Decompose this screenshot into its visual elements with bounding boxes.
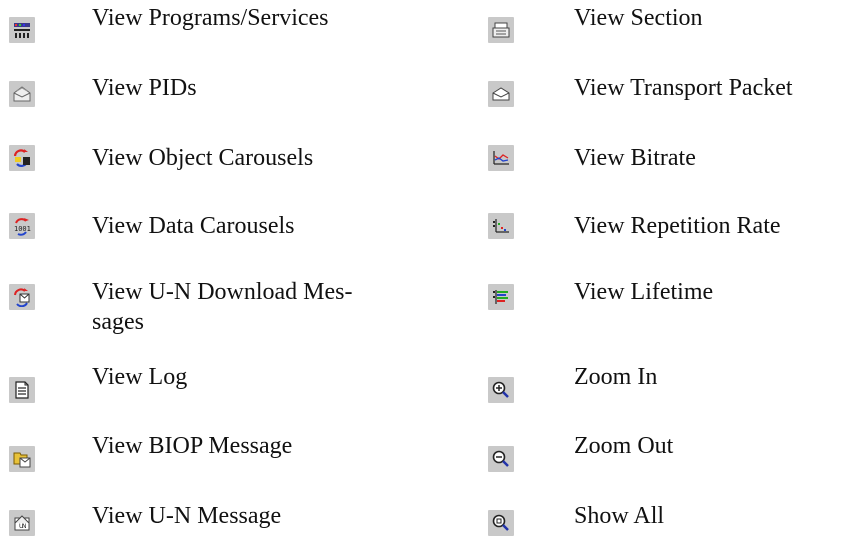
- svg-text:N: N: [22, 523, 27, 530]
- zoom-out-icon: [488, 446, 514, 472]
- legend-label: View Repetition Rate: [574, 213, 781, 239]
- un-download-messages-icon: [9, 284, 35, 310]
- legend-label: View BIOP Message: [92, 433, 293, 459]
- biop-message-icon: [9, 446, 35, 472]
- legend-label: View PIDs: [92, 75, 197, 101]
- legend-label: View Bitrate: [574, 145, 696, 171]
- repetition-rate-icon: [488, 213, 514, 239]
- bitrate-icon: [488, 145, 514, 171]
- legend-label: Zoom Out: [574, 433, 674, 459]
- un-message-icon: UN: [9, 510, 35, 536]
- legend-label: View Programs/Services: [92, 5, 329, 31]
- legend-label: View Transport Packet: [574, 75, 793, 101]
- zoom-in-icon: [488, 377, 514, 403]
- data-carousels-icon: 1001: [9, 213, 35, 239]
- legend-label-continuation: sages: [92, 309, 144, 335]
- object-carousels-icon: [9, 145, 35, 171]
- legend-label: View Lifetime: [574, 279, 714, 305]
- legend-label: View Section: [574, 5, 703, 31]
- show-all-icon: [488, 510, 514, 536]
- svg-text:1001: 1001: [14, 225, 31, 233]
- legend-label: View U-N Message: [92, 503, 282, 529]
- programs-services-icon: [9, 17, 35, 43]
- lifetime-icon: [488, 284, 514, 310]
- legend-label: View Object Carousels: [92, 145, 314, 171]
- log-icon: [9, 377, 35, 403]
- transport-packet-icon: [488, 81, 514, 107]
- legend-label: Zoom In: [574, 364, 658, 390]
- legend-label: View U-N Download Mes-: [92, 279, 353, 305]
- legend-label: View Data Carousels: [92, 213, 295, 239]
- legend-label: Show All: [574, 503, 665, 529]
- legend-label: View Log: [92, 364, 188, 390]
- pids-icon: [9, 81, 35, 107]
- section-icon: [488, 17, 514, 43]
